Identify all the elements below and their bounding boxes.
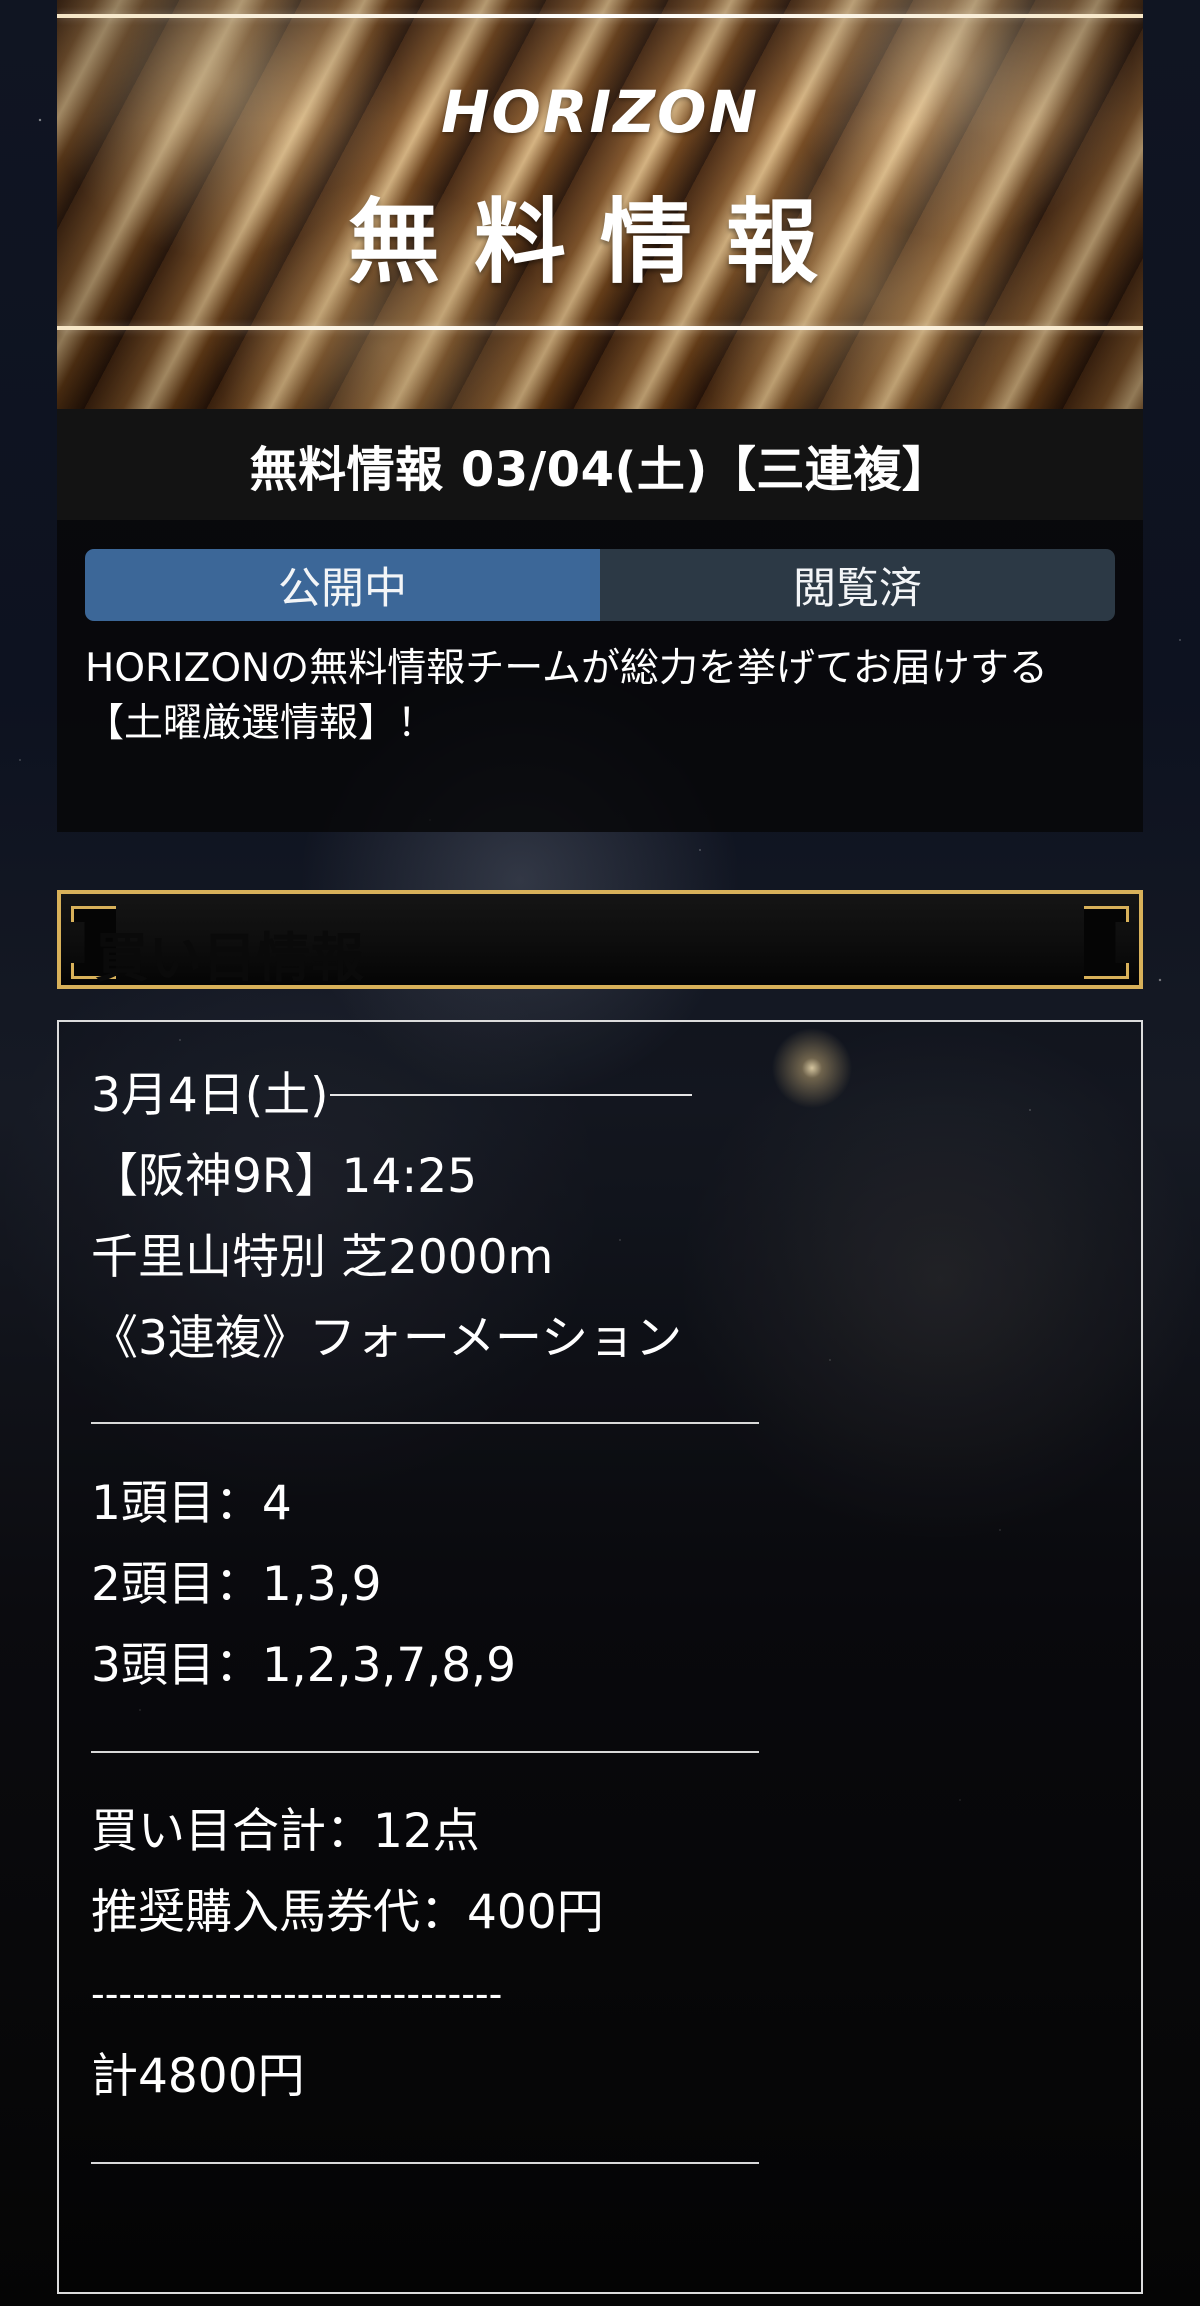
hero-top-divider <box>57 14 1143 18</box>
selection-2: 2頭目：1,3,9 <box>91 1557 382 1612</box>
brand-logo: HORIZON <box>441 78 759 146</box>
free-info-hero-banner: HORIZON 無料情報 <box>57 0 1143 409</box>
race-date-line: 3月4日(土) <box>91 1066 693 1126</box>
picks-content-box: 3月4日(土) 【阪神9R】14:25 千里山特別 芝2000m 《3連複》フォ… <box>57 1020 1143 2294</box>
selection-3: 3頭目：1,2,3,7,8,9 <box>91 1638 517 1693</box>
info-header: 無料情報 03/04(土)【三連複】 <box>57 409 1143 520</box>
recommended-amount: 推奨購入馬券代：400円 <box>91 1885 604 1940</box>
tab-viewed-label: 閲覧済 <box>793 564 922 614</box>
grand-total: 計4800円 <box>91 2049 305 2104</box>
info-panel: 無料情報 03/04(土)【三連複】 公開中 閲覧済 HORIZONの無料情報チ… <box>57 409 1143 832</box>
tab-public-label: 公開中 <box>278 564 407 614</box>
info-title: 無料情報 03/04(土)【三連複】 <box>249 441 951 498</box>
total-points: 買い目合計：12点 <box>91 1804 480 1859</box>
section-divider-3 <box>91 2162 759 2164</box>
info-description: HORIZONの無料情報チームが総力を挙げてお届けする 【土曜厳選情報】！ <box>85 646 1048 746</box>
section-divider-2 <box>91 1751 759 1753</box>
picks-section-header: 買い目情報 <box>57 890 1143 989</box>
hero-title: 無料情報 <box>347 188 852 296</box>
date-separator <box>330 1093 693 1096</box>
status-tabs: 公開中 閲覧済 <box>85 549 1115 621</box>
race-date: 3月4日(土) <box>91 1068 329 1123</box>
race-name: 千里山特別 芝2000m <box>91 1230 554 1285</box>
picks-section-title: 買い目情報 <box>95 928 365 989</box>
dashed-separator: ------------------------------ <box>91 1972 503 2016</box>
hero-bottom-divider <box>57 326 1143 330</box>
selection-1: 1頭目：4 <box>91 1476 292 1531</box>
race-info: 【阪神9R】14:25 <box>91 1149 478 1204</box>
section-divider-1 <box>91 1422 759 1424</box>
tab-viewed[interactable]: 閲覧済 <box>600 549 1115 621</box>
bet-type: 《3連複》フォーメーション <box>91 1311 683 1366</box>
tab-public[interactable]: 公開中 <box>85 549 600 621</box>
